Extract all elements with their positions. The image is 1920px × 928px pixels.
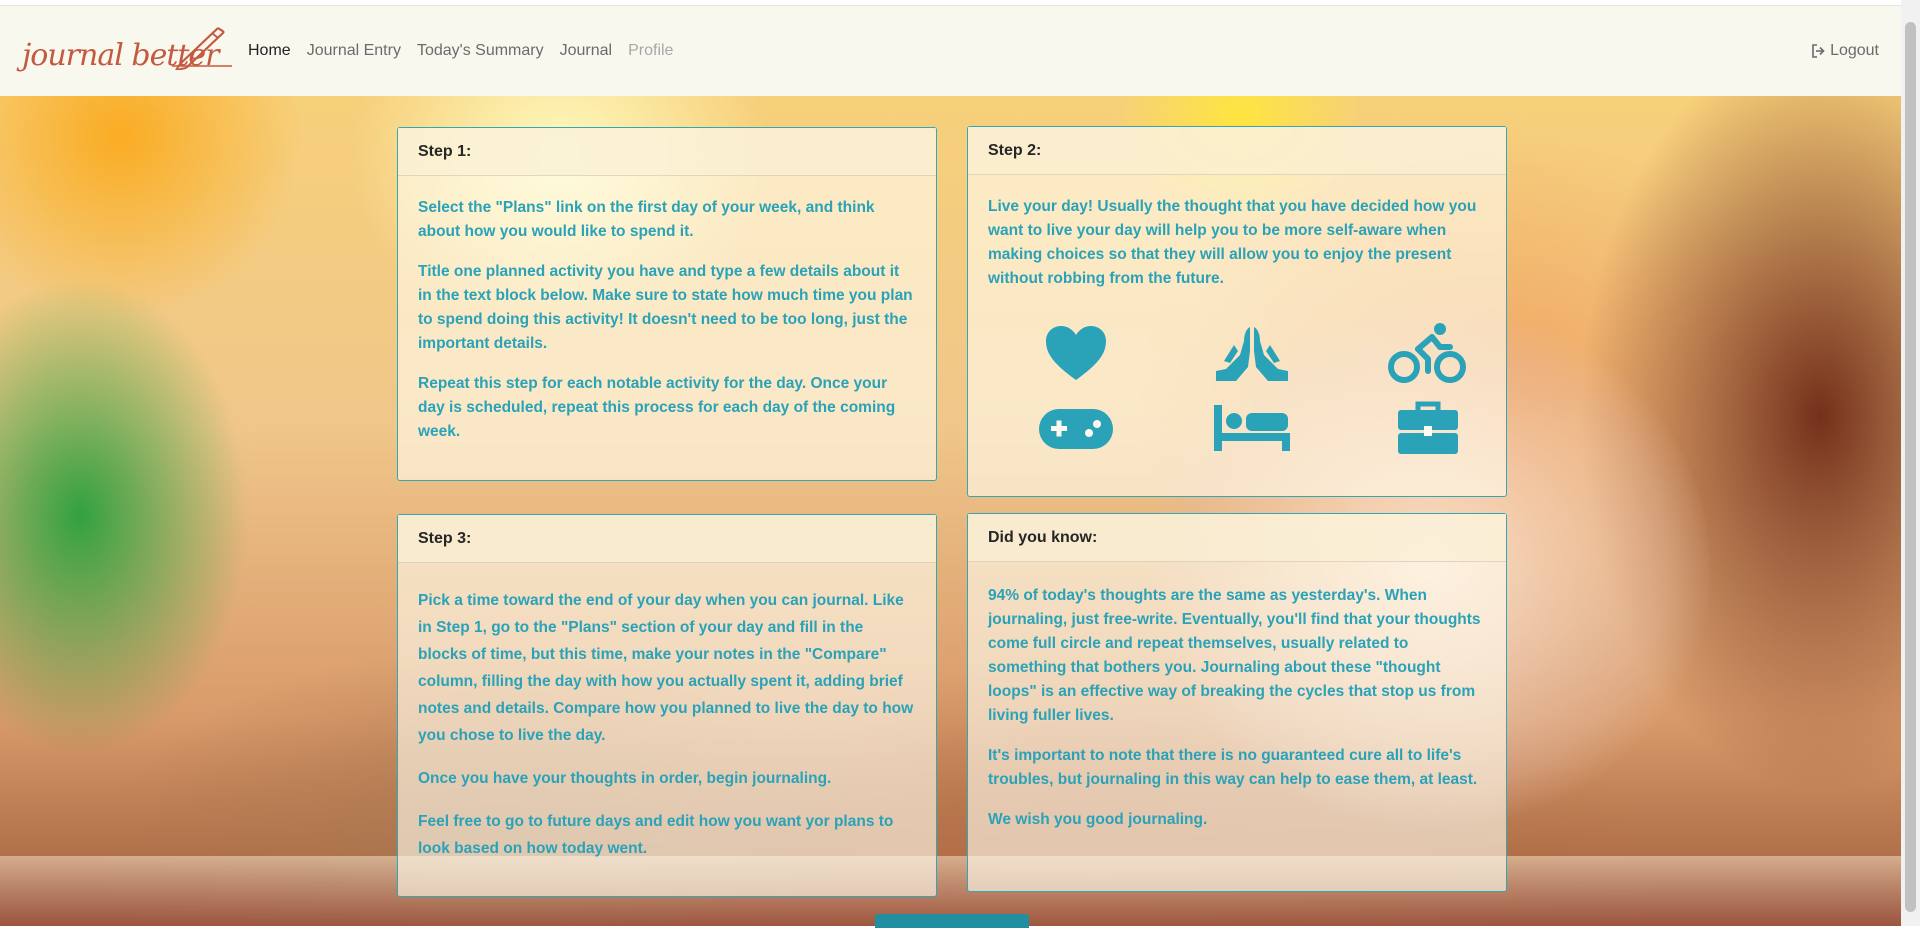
step-3-paragraph: Once you have your thoughts in order, be… — [418, 770, 832, 787]
nav-home[interactable]: Home — [248, 42, 291, 60]
navbar: journal better Home Journal Entry Today'… — [0, 6, 1901, 96]
pencil-icon — [172, 27, 232, 70]
step-2-card: Step 2: Live your day! Usually the thoug… — [967, 126, 1507, 497]
activity-icons — [988, 313, 1486, 463]
biking-icon — [1340, 313, 1516, 393]
did-you-know-paragraph: It's important to note that there is no … — [988, 747, 1478, 788]
gamepad-icon — [988, 393, 1164, 463]
step-2-paragraph: Live your day! Usually the thought that … — [988, 198, 1477, 287]
step-3-paragraph: Pick a time toward the end of your day w… — [418, 592, 914, 744]
step-1-title: Step 1: — [398, 128, 936, 176]
praying-hands-icon — [1164, 313, 1340, 393]
step-2-title: Step 2: — [968, 127, 1506, 175]
sign-out-icon — [1812, 44, 1825, 58]
nav-profile[interactable]: Profile — [628, 42, 673, 60]
step-3-title: Step 3: — [398, 515, 936, 563]
did-you-know-card: Did you know: 94% of today's thoughts ar… — [967, 513, 1507, 892]
logout-label: Logout — [1830, 42, 1879, 59]
step-3-paragraph: Feel free to go to future days and edit … — [418, 813, 894, 857]
step-3-card: Step 3: Pick a time toward the end of yo… — [397, 514, 937, 897]
brand-logo[interactable]: journal better — [22, 20, 232, 86]
briefcase-icon — [1340, 393, 1516, 463]
hero-background — [0, 96, 1901, 926]
nav-journal[interactable]: Journal — [560, 42, 612, 60]
page-scrollbar[interactable] — [1901, 0, 1920, 926]
main-nav: Home Journal Entry Today's Summary Journ… — [248, 42, 689, 60]
did-you-know-paragraph: We wish you good journaling. — [988, 811, 1208, 828]
step-1-paragraph: Select the "Plans" link on the first day… — [418, 199, 875, 240]
heart-icon — [988, 313, 1164, 393]
did-you-know-paragraph: 94% of today's thoughts are the same as … — [988, 587, 1481, 724]
step-1-card: Step 1: Select the "Plans" link on the f… — [397, 127, 937, 481]
scrollbar-thumb[interactable] — [1905, 22, 1916, 912]
nav-journal-entry[interactable]: Journal Entry — [307, 42, 401, 60]
step-1-paragraph: Repeat this step for each notable activi… — [418, 375, 896, 440]
logout-link[interactable]: Logout — [1811, 42, 1879, 60]
bed-icon — [1164, 393, 1340, 463]
step-1-paragraph: Title one planned activity you have and … — [418, 263, 913, 352]
did-you-know-title: Did you know: — [968, 514, 1506, 562]
nav-todays-summary[interactable]: Today's Summary — [417, 42, 544, 60]
